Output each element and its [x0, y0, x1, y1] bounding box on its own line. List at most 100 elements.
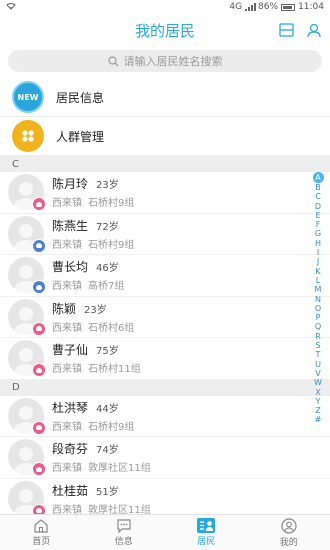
- alphabet-letter[interactable]: F: [316, 220, 321, 229]
- nav-messages[interactable]: 信息: [83, 515, 166, 550]
- alphabet-letter[interactable]: Y: [316, 397, 321, 406]
- resident-row[interactable]: 曹长均 46岁 西来镇 高桥7组: [0, 255, 330, 297]
- profile-icon: [281, 517, 297, 534]
- alphabet-letter[interactable]: O: [315, 304, 321, 313]
- alphabet-letter[interactable]: W: [314, 378, 322, 387]
- alphabet-letter[interactable]: S: [315, 341, 320, 350]
- alphabet-letter[interactable]: K: [315, 267, 320, 276]
- avatar: [8, 174, 46, 212]
- resident-village: 石桥村9组: [88, 421, 135, 433]
- alphabet-letter[interactable]: U: [315, 360, 321, 369]
- resident-name: 杜洪琴: [52, 400, 89, 415]
- alphabet-letter[interactable]: R: [315, 332, 321, 341]
- alphabet-letter[interactable]: M: [315, 285, 322, 294]
- menu-resident-info[interactable]: NEW 居民信息: [0, 78, 330, 117]
- section-header: C: [0, 156, 330, 172]
- alphabet-letter[interactable]: B: [315, 183, 321, 192]
- resident-name: 杜桂茹: [52, 483, 89, 498]
- resident-row[interactable]: 曹子仙 75岁 西来镇 石桥村11组: [0, 338, 330, 380]
- male-icon: [32, 238, 46, 253]
- alphabet-letter[interactable]: X: [315, 388, 320, 397]
- resident-age: 75岁: [96, 346, 119, 358]
- alphabet-letter[interactable]: D: [315, 202, 321, 211]
- resident-town: 西来镇: [52, 198, 82, 210]
- alphabet-letter[interactable]: N: [315, 295, 321, 304]
- alphabet-letter[interactable]: P: [316, 313, 321, 322]
- female-icon: [32, 363, 46, 378]
- nav-label: 我的: [279, 537, 298, 548]
- alphabet-letter[interactable]: Z: [315, 406, 320, 415]
- resident-town: 西来镇: [52, 239, 82, 251]
- resident-name: 陈颖: [52, 301, 77, 316]
- male-icon: [32, 280, 46, 295]
- resident-village: 敦厚社区11组: [88, 463, 151, 475]
- alphabet-letter[interactable]: H: [315, 239, 321, 248]
- nav-residents[interactable]: 居民: [165, 515, 248, 550]
- resident-town: 西来镇: [52, 364, 82, 376]
- alphabet-letter[interactable]: E: [315, 211, 320, 220]
- resident-name: 陈月玲: [52, 177, 89, 192]
- menu-label: 人群管理: [56, 129, 105, 144]
- app-root: 4G 86% 11:04 我的居民 请输入居民姓名搜索 NEW 居民信息 人群管…: [0, 0, 330, 550]
- alphabet-letter[interactable]: G: [315, 229, 321, 238]
- resident-town: 西来镇: [52, 281, 82, 293]
- female-icon: [32, 197, 46, 212]
- menu-crowd-management[interactable]: 人群管理: [0, 117, 330, 156]
- section-header: D: [0, 379, 330, 396]
- resident-row[interactable]: 陈月玲 23岁 西来镇 石桥村9组: [0, 172, 330, 214]
- header-actions: [278, 22, 322, 38]
- resident-name: 曹长均: [52, 260, 89, 275]
- alphabet-letter[interactable]: V: [315, 369, 320, 378]
- residents-icon: [197, 518, 216, 533]
- user-icon[interactable]: [306, 22, 322, 38]
- avatar: [8, 257, 46, 295]
- alphabet-letter[interactable]: L: [316, 276, 320, 285]
- alphabet-letter[interactable]: T: [316, 350, 321, 359]
- resident-age: 44岁: [96, 403, 119, 415]
- avatar: [8, 340, 46, 378]
- avatar: [8, 480, 46, 518]
- resident-village: 高桥7组: [88, 281, 125, 293]
- resident-village: 石桥村9组: [88, 239, 135, 251]
- alphabet-letter[interactable]: J: [317, 257, 319, 266]
- resident-age: 46岁: [96, 263, 119, 275]
- avatar: [8, 439, 46, 477]
- search-icon: [107, 55, 118, 66]
- status-right: 4G 86% 11:04: [229, 2, 324, 12]
- resident-age: 74岁: [96, 445, 119, 457]
- scan-icon[interactable]: [278, 22, 294, 38]
- female-icon: [32, 462, 46, 477]
- nav-label: 首页: [32, 537, 51, 547]
- nav-profile[interactable]: 我的: [248, 515, 330, 550]
- title-bar: 我的居民: [0, 14, 330, 46]
- page-title: 我的居民: [134, 21, 195, 40]
- search-input[interactable]: 请输入居民姓名搜索: [8, 50, 322, 72]
- resident-row[interactable]: 段奇芬 74岁 西来镇 敦厚社区11组: [0, 437, 330, 479]
- network-type: 4G: [229, 2, 243, 12]
- resident-age: 51岁: [96, 486, 119, 498]
- resident-age: 23岁: [96, 180, 119, 192]
- resident-row[interactable]: 杜洪琴 44岁 西来镇 石桥村9组: [0, 396, 330, 437]
- nav-home[interactable]: 首页: [0, 515, 83, 550]
- wifi-status-icon: [6, 2, 16, 13]
- battery-icon: [281, 3, 296, 11]
- resident-name: 曹子仙: [52, 343, 89, 358]
- alphabet-letter[interactable]: #: [315, 415, 322, 424]
- clock: 11:04: [298, 2, 324, 12]
- resident-village: 石桥村11组: [88, 364, 141, 376]
- new-badge-icon: NEW: [12, 81, 44, 113]
- resident-town: 西来镇: [52, 463, 82, 475]
- alphabet-index[interactable]: A B C D E F G H I J K L M N O P Q R S T U V W X Y Z #: [312, 172, 324, 425]
- signal-icon: [245, 3, 257, 11]
- alphabet-letter[interactable]: C: [315, 192, 321, 201]
- resident-name: 陈燕生: [52, 218, 89, 233]
- search-placeholder: 请输入居民姓名搜索: [123, 55, 223, 68]
- resident-row[interactable]: 陈燕生 72岁 西来镇 石桥村9组: [0, 214, 330, 255]
- alphabet-letter[interactable]: I: [317, 248, 319, 257]
- status-bar: 4G 86% 11:04: [0, 0, 330, 14]
- female-icon: [32, 321, 46, 336]
- alphabet-letter[interactable]: Q: [315, 322, 321, 331]
- alphabet-letter[interactable]: A: [312, 172, 324, 183]
- resident-row[interactable]: 陈颖 23岁 西来镇 石桥村6组: [0, 297, 330, 338]
- nav-label: 居民: [197, 537, 216, 547]
